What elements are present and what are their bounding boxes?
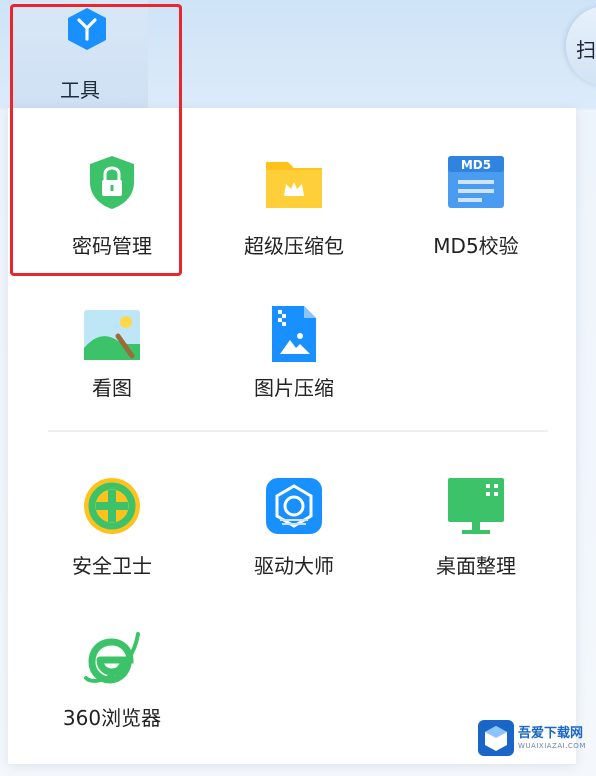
tool-label: 超级压缩包: [244, 234, 344, 258]
driver-gear-icon: [266, 478, 322, 534]
section-divider: [48, 430, 548, 432]
watermark-subtext: WUAIXIAZAI.COM: [518, 742, 586, 750]
tool-label: 安全卫士: [72, 554, 152, 578]
shield-plus-icon: [84, 478, 140, 534]
tool-label: MD5校验: [433, 234, 519, 258]
tool-super-archive[interactable]: 超级压缩包: [206, 152, 382, 282]
highlight-box: [10, 4, 182, 276]
tool-label: 看图: [92, 376, 132, 400]
tool-md5-check[interactable]: MD5 MD5校验: [388, 152, 564, 282]
md5-icon-text: MD5: [461, 158, 491, 172]
tool-image-compress[interactable]: 图片压缩: [206, 304, 382, 434]
watermark-text: 吾爱下载网: [518, 726, 584, 741]
tool-security-guard[interactable]: 安全卫士: [24, 476, 200, 606]
tool-image-viewer[interactable]: 看图: [24, 304, 200, 434]
tool-label: 桌面整理: [436, 554, 516, 578]
browser-e-icon: [84, 632, 140, 684]
landscape-image-icon: [84, 310, 140, 360]
tool-label: 360浏览器: [62, 706, 162, 730]
zip-image-file-icon: [272, 306, 316, 362]
tool-360-browser[interactable]: 360浏览器: [24, 628, 200, 758]
tool-label: 驱动大师: [254, 554, 334, 578]
tool-desktop-organize[interactable]: 桌面整理: [388, 476, 564, 606]
watermark: 吾爱下载网 WUAIXIAZAI.COM: [478, 718, 596, 758]
watermark-cube-icon: [478, 720, 514, 756]
folder-crown-icon: [266, 162, 322, 208]
monitor-icon: [448, 478, 504, 534]
tool-label: 图片压缩: [254, 376, 334, 400]
tool-driver-master[interactable]: 驱动大师: [206, 476, 382, 606]
md5-file-icon: MD5: [448, 156, 504, 208]
tab-scan-label: 扫: [576, 38, 596, 62]
